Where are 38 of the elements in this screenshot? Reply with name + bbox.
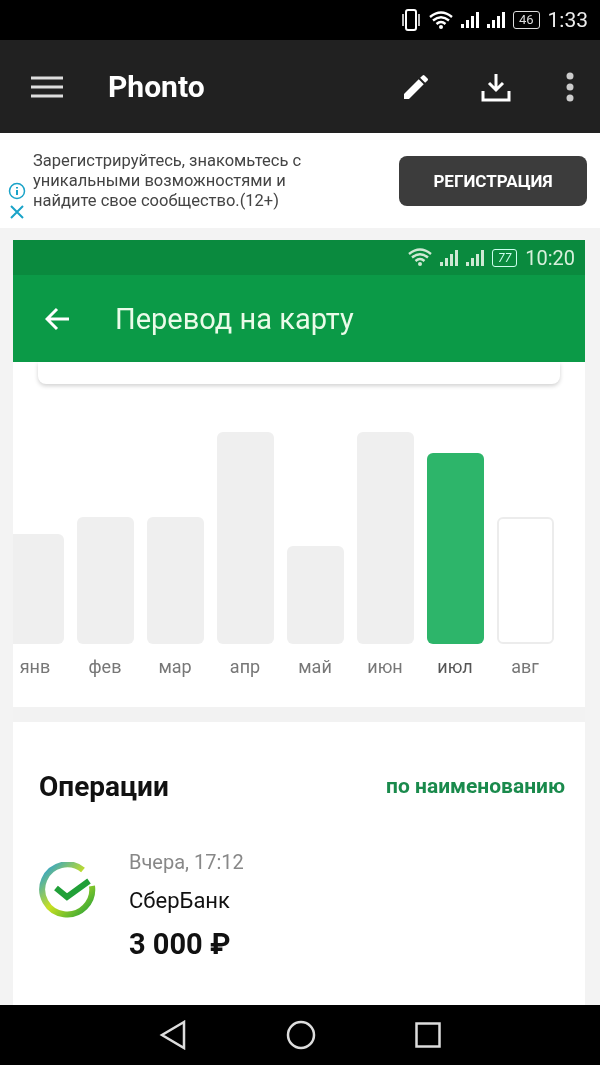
info-icon[interactable] [7,181,26,200]
month-bar[interactable] [426,453,484,644]
operation-name: СберБанк [129,888,231,913]
register-button[interactable]: РЕГИСТРАЦИЯ [399,155,587,206]
bank-logo-icon [39,862,97,920]
wifi-icon [408,248,433,267]
ad-text: Зарегистрируйтесь, знакомьтесь с уникальными возможностями и найдите свое сообщество.(12+) [33,150,303,211]
month-label: мар [158,656,192,677]
section-title: Операции [39,769,169,803]
operation-time: Вчера, 17:12 [129,850,244,874]
month-label: июн [367,656,403,677]
close-icon[interactable] [8,203,25,220]
signal-icon [486,12,505,28]
back-nav-button[interactable] [159,1020,188,1050]
recents-nav-button[interactable] [414,1022,441,1048]
battery-level: 46 [512,11,540,29]
operation-amount: 3 000 ₽ [129,927,232,961]
signal-icon [460,12,479,28]
screen-title: Перевод на карту [115,301,354,336]
signal-icon [440,249,459,266]
month-label: июл [437,656,473,677]
month-label: авг [511,656,539,677]
signal-icon [466,249,485,266]
battery-level: 77 [492,248,518,267]
month-label: янв [19,656,51,677]
more-button[interactable] [566,71,574,102]
menu-button[interactable] [31,75,63,98]
month-label: фев [88,656,122,677]
clock: 1:33 [547,8,588,32]
month-label: май [298,656,332,677]
wifi-icon [428,10,453,30]
vibrate-icon [400,9,421,31]
back-button[interactable] [45,306,71,331]
clock: 10:20 [525,245,575,270]
sort-link[interactable]: по наименованию [386,774,565,798]
home-nav-button[interactable] [286,1020,316,1050]
month-label: апр [229,656,261,677]
app-title: Phonto [108,69,206,104]
